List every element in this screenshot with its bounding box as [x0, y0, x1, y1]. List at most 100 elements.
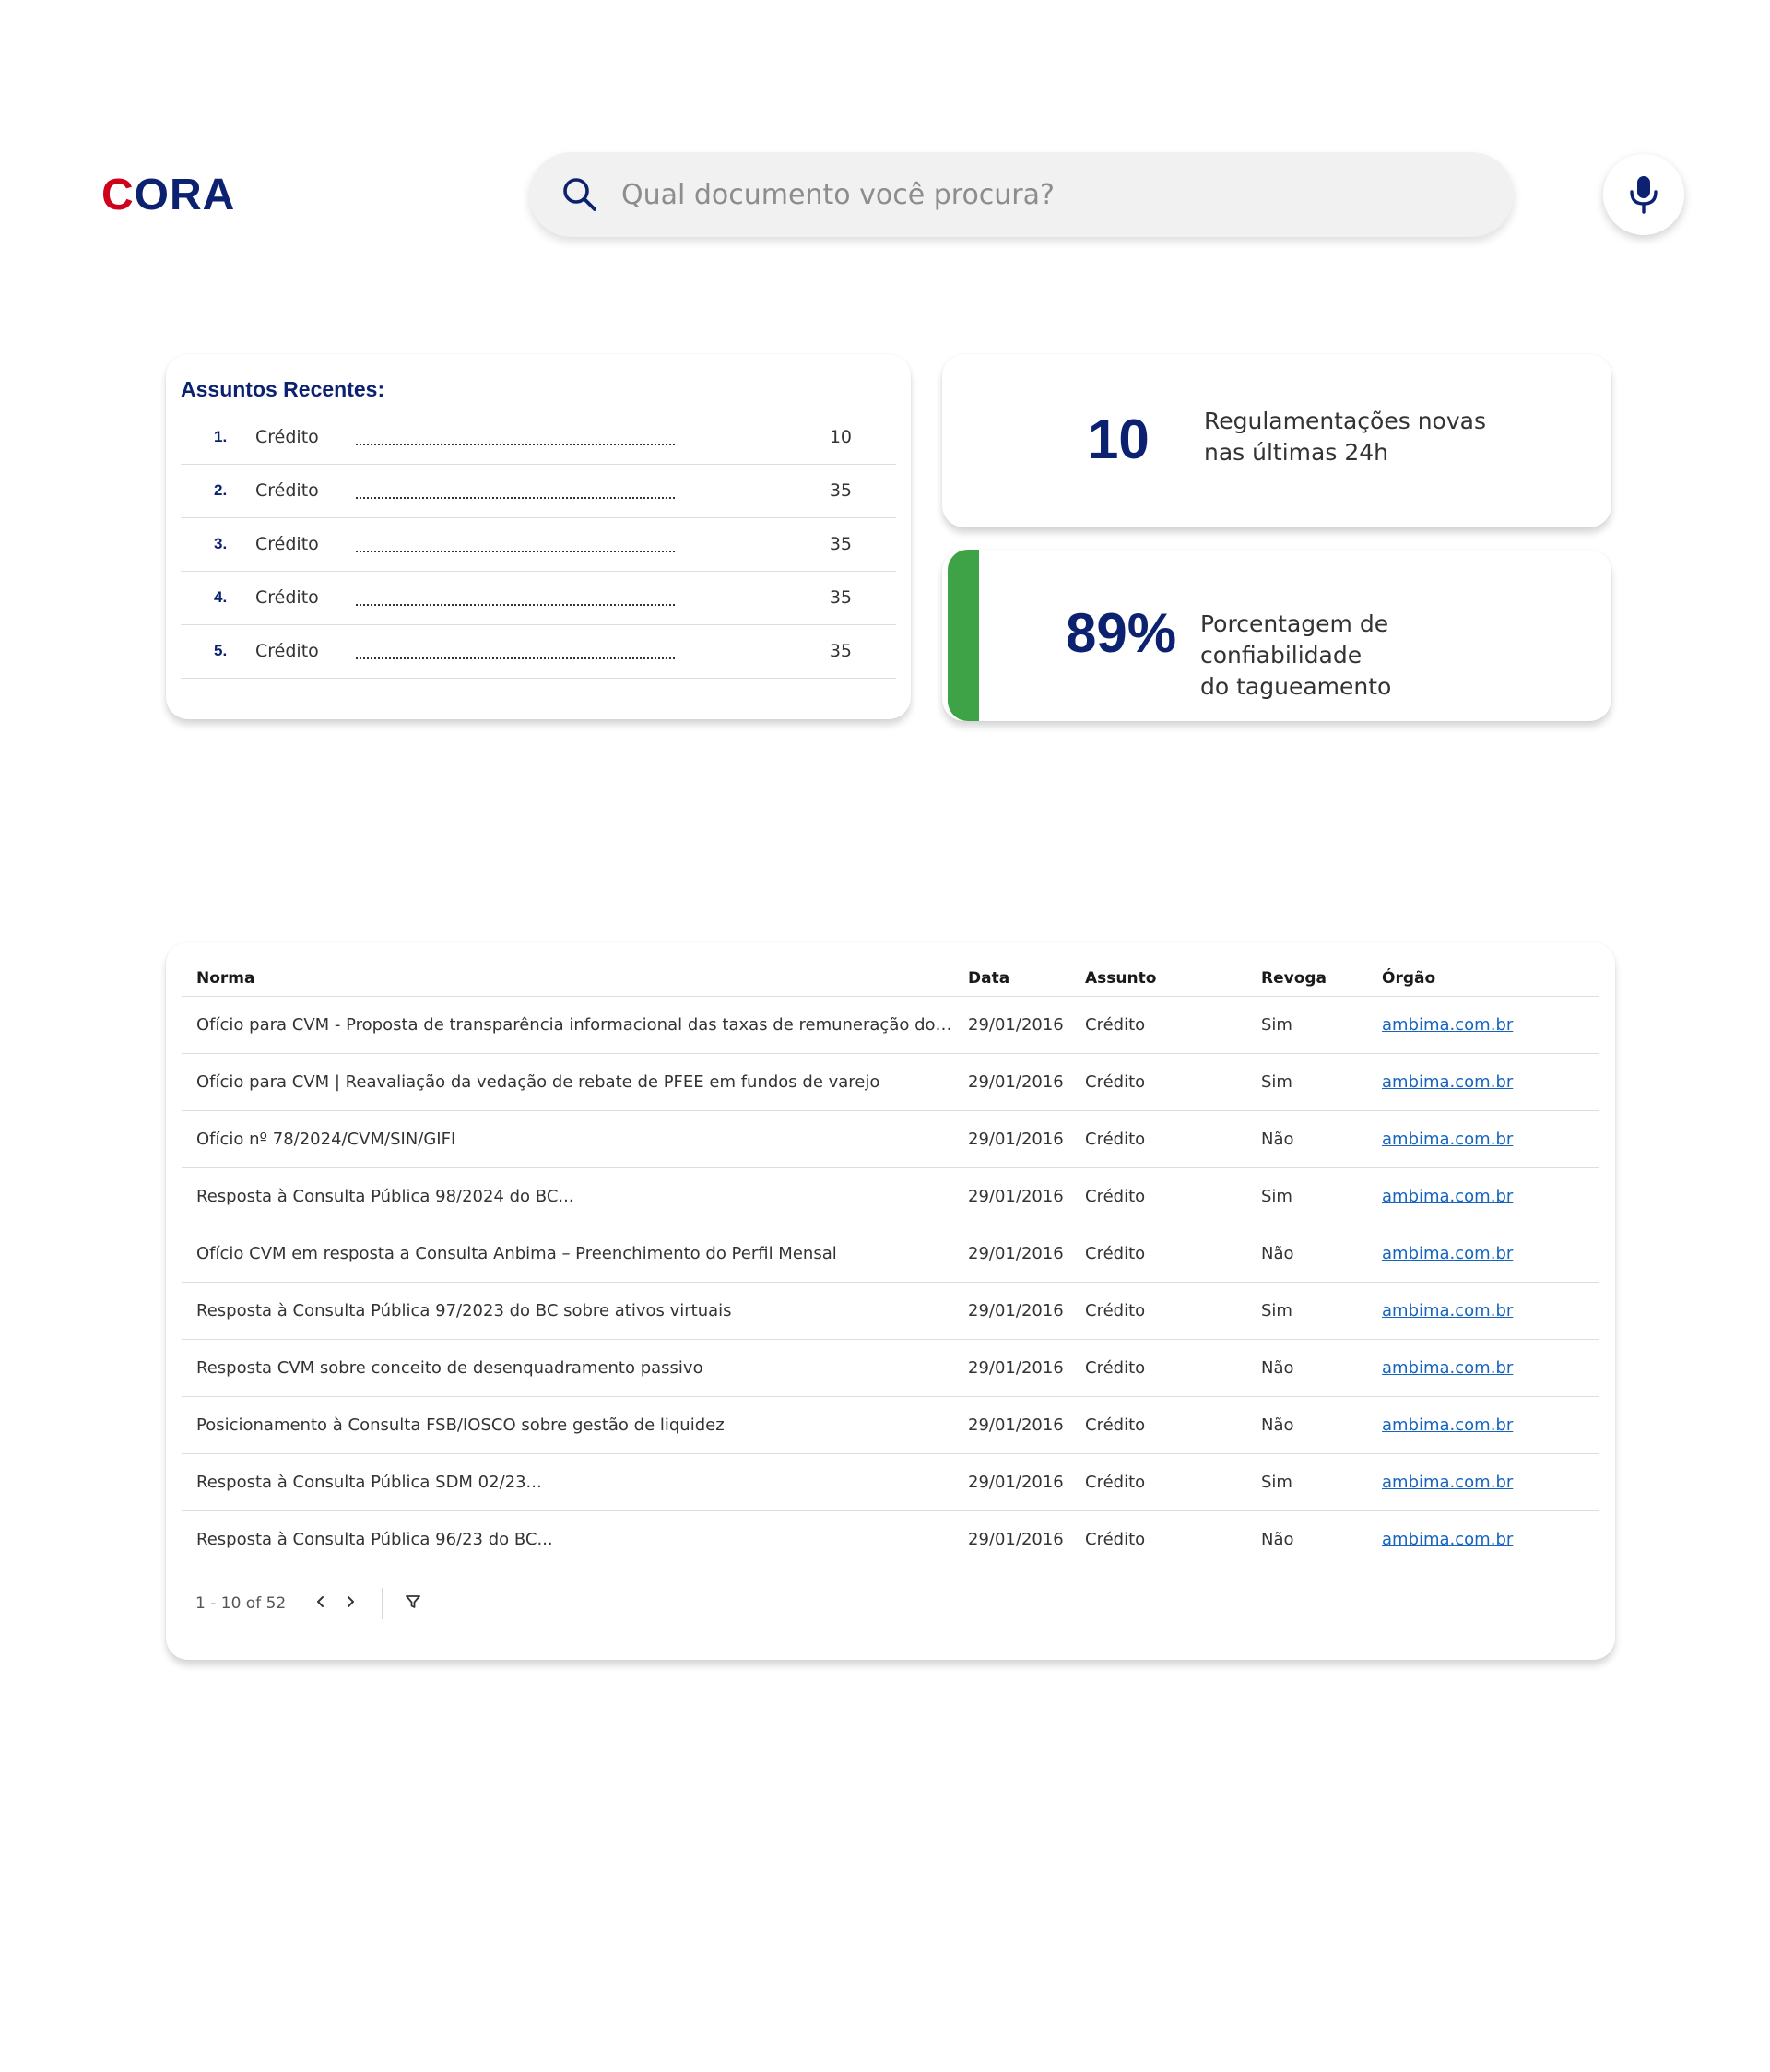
table-row[interactable]: Resposta à Consulta Pública 96/23 do BC.… — [182, 1511, 1599, 1569]
orgao-link[interactable]: ambima.com.br — [1382, 1187, 1513, 1206]
recent-subject-count: 35 — [829, 641, 852, 661]
cell-assunto: Crédito — [1085, 1530, 1146, 1549]
pagination-range: 1 - 10 of 52 — [195, 1594, 286, 1613]
search-input[interactable] — [620, 166, 1453, 223]
cell-data: 29/01/2016 — [953, 1282, 1070, 1340]
tagging-reliability-card: 89% Porcentagem de confiabilidade do tag… — [942, 550, 1611, 721]
cell-norma: Resposta à Consulta Pública 97/2023 do B… — [182, 1282, 953, 1340]
table-row[interactable]: Posicionamento à Consulta FSB/IOSCO sobr… — [182, 1396, 1599, 1454]
tagging-reliability-label: Porcentagem de confiabilidade do tagueam… — [1200, 609, 1551, 703]
cell-revoga: Sim — [1246, 1167, 1367, 1225]
recent-subject-item[interactable]: 2. Crédito 35 — [181, 465, 896, 518]
cell-data: 29/01/2016 — [953, 1339, 1070, 1397]
recent-subject-count: 35 — [829, 534, 852, 554]
stat-label-line: Porcentagem de confiabilidade — [1200, 610, 1389, 669]
cell-orgao: ambima.com.br — [1367, 1396, 1599, 1454]
cell-assunto: Crédito — [1070, 996, 1246, 1054]
column-header-revoga[interactable]: Revoga — [1246, 961, 1367, 997]
cell-data: 29/01/2016 — [968, 1530, 1064, 1549]
cell-orgao: ambima.com.br — [1367, 1053, 1599, 1111]
column-header-assunto[interactable]: Assunto — [1070, 961, 1246, 997]
recent-subject-label: Crédito — [255, 534, 319, 554]
orgao-link[interactable]: ambima.com.br — [1382, 1130, 1513, 1149]
table-row[interactable]: Resposta à Consulta Pública SDM 02/23...… — [182, 1453, 1599, 1511]
cell-revoga: Sim — [1246, 996, 1367, 1054]
cell-norma: Ofício para CVM | Reavaliação da vedação… — [182, 1053, 953, 1111]
table-row[interactable]: Resposta à Consulta Pública 98/2024 do B… — [182, 1167, 1599, 1225]
cell-orgao: ambima.com.br — [1367, 1225, 1599, 1283]
recent-subject-label: Crédito — [255, 641, 319, 661]
new-regulations-value: 10 — [1088, 408, 1150, 470]
orgao-link[interactable]: ambima.com.br — [1382, 1301, 1513, 1320]
cell-orgao: ambima.com.br — [1367, 1167, 1599, 1225]
tagging-reliability-value: 89% — [1066, 602, 1177, 664]
cell-data: 29/01/2016 — [953, 1053, 1070, 1111]
cell-assunto: Crédito — [1070, 1282, 1246, 1340]
search-bar[interactable] — [529, 152, 1514, 237]
cell-data: 29/01/2016 — [953, 996, 1070, 1054]
cell-norma: Posicionamento à Consulta FSB/IOSCO sobr… — [182, 1396, 953, 1454]
cora-logo: CORA — [101, 172, 235, 219]
recent-subject-item[interactable]: 3. Crédito 35 — [181, 518, 896, 572]
dotted-leader — [356, 591, 675, 606]
norms-table-card: Norma Data Assunto Revoga Órgão Ofício p… — [166, 942, 1615, 1660]
column-header-data[interactable]: Data — [953, 961, 1070, 997]
chevron-left-icon — [314, 1594, 327, 1613]
cell-assunto: Crédito — [1070, 1453, 1246, 1511]
cell-norma: Resposta à Consulta Pública 98/2024 do B… — [182, 1167, 953, 1225]
cell-assunto: Crédito — [1070, 1396, 1246, 1454]
cell-orgao: ambima.com.br — [1367, 1511, 1599, 1569]
orgao-link[interactable]: ambima.com.br — [1382, 1415, 1513, 1435]
column-header-norma[interactable]: Norma — [182, 961, 953, 997]
new-regulations-label: Regulamentações novas nas últimas 24h — [1204, 406, 1554, 468]
table-row[interactable]: Ofício para CVM - Proposta de transparên… — [182, 996, 1599, 1054]
cell-revoga: Sim — [1246, 1453, 1367, 1511]
reliability-accent-bar — [948, 550, 979, 721]
cell-norma: Resposta CVM sobre conceito de desenquad… — [182, 1339, 953, 1397]
cell-assunto: Crédito — [1070, 1339, 1246, 1397]
cell-revoga: Não — [1246, 1225, 1367, 1283]
recent-subjects-title: Assuntos Recentes: — [181, 377, 385, 401]
voice-search-button[interactable] — [1603, 154, 1684, 235]
table-row[interactable]: Resposta à Consulta Pública 97/2023 do B… — [182, 1282, 1599, 1340]
cell-data: 29/01/2016 — [953, 1167, 1070, 1225]
recent-subject-count: 10 — [829, 427, 852, 447]
cell-orgao: ambima.com.br — [1367, 996, 1599, 1054]
orgao-link[interactable]: ambima.com.br — [1382, 1473, 1513, 1492]
orgao-link[interactable]: ambima.com.br — [1382, 1015, 1513, 1035]
recent-subject-item[interactable]: 4. Crédito 35 — [181, 572, 896, 625]
recent-subject-item[interactable]: 1. Crédito 10 — [181, 411, 896, 465]
previous-page-button[interactable] — [308, 1591, 334, 1616]
new-regulations-card: 10 Regulamentações novas nas últimas 24h — [942, 354, 1611, 527]
recent-subject-rank: 5. — [214, 642, 228, 659]
column-header-orgao[interactable]: Órgão — [1367, 961, 1599, 997]
cell-norma: Resposta à Consulta Pública SDM 02/23... — [182, 1453, 953, 1511]
orgao-link[interactable]: ambima.com.br — [1382, 1358, 1513, 1378]
cell-norma: Ofício nº 78/2024/CVM/SIN/GIFI — [182, 1110, 953, 1168]
cell-revoga: Sim — [1246, 1053, 1367, 1111]
stat-label-line: nas últimas 24h — [1204, 439, 1388, 466]
orgao-link[interactable]: ambima.com.br — [1382, 1072, 1513, 1092]
recent-subject-rank: 4. — [214, 588, 228, 606]
table-row[interactable]: Resposta CVM sobre conceito de desenquad… — [182, 1339, 1599, 1397]
cell-norma: Resposta à Consulta Pública 96/23 do BC.… — [196, 1530, 553, 1549]
table-row[interactable]: Ofício para CVM | Reavaliação da vedação… — [182, 1053, 1599, 1111]
filter-button[interactable] — [399, 1590, 427, 1617]
recent-subject-rank: 1. — [214, 428, 228, 445]
next-page-button[interactable] — [337, 1591, 363, 1616]
cell-orgao: ambima.com.br — [1367, 1339, 1599, 1397]
orgao-link[interactable]: ambima.com.br — [1382, 1530, 1513, 1549]
dotted-leader — [356, 645, 675, 659]
cell-revoga: Não — [1246, 1110, 1367, 1168]
recent-subject-item[interactable]: 5. Crédito 35 — [181, 625, 896, 679]
table-pagination: 1 - 10 of 52 — [195, 1588, 427, 1619]
recent-subject-rank: 3. — [214, 535, 228, 552]
recent-subjects-list: 1. Crédito 10 2. Crédito 35 3. Crédito 3… — [181, 411, 896, 679]
search-icon — [560, 175, 599, 214]
recent-subject-label: Crédito — [255, 427, 319, 447]
table-row[interactable]: Ofício nº 78/2024/CVM/SIN/GIFI 29/01/201… — [182, 1110, 1599, 1168]
orgao-link[interactable]: ambima.com.br — [1382, 1244, 1513, 1263]
filter-icon — [405, 1593, 421, 1615]
table-row[interactable]: Ofício CVM em resposta a Consulta Anbima… — [182, 1225, 1599, 1283]
cell-assunto: Crédito — [1070, 1053, 1246, 1111]
